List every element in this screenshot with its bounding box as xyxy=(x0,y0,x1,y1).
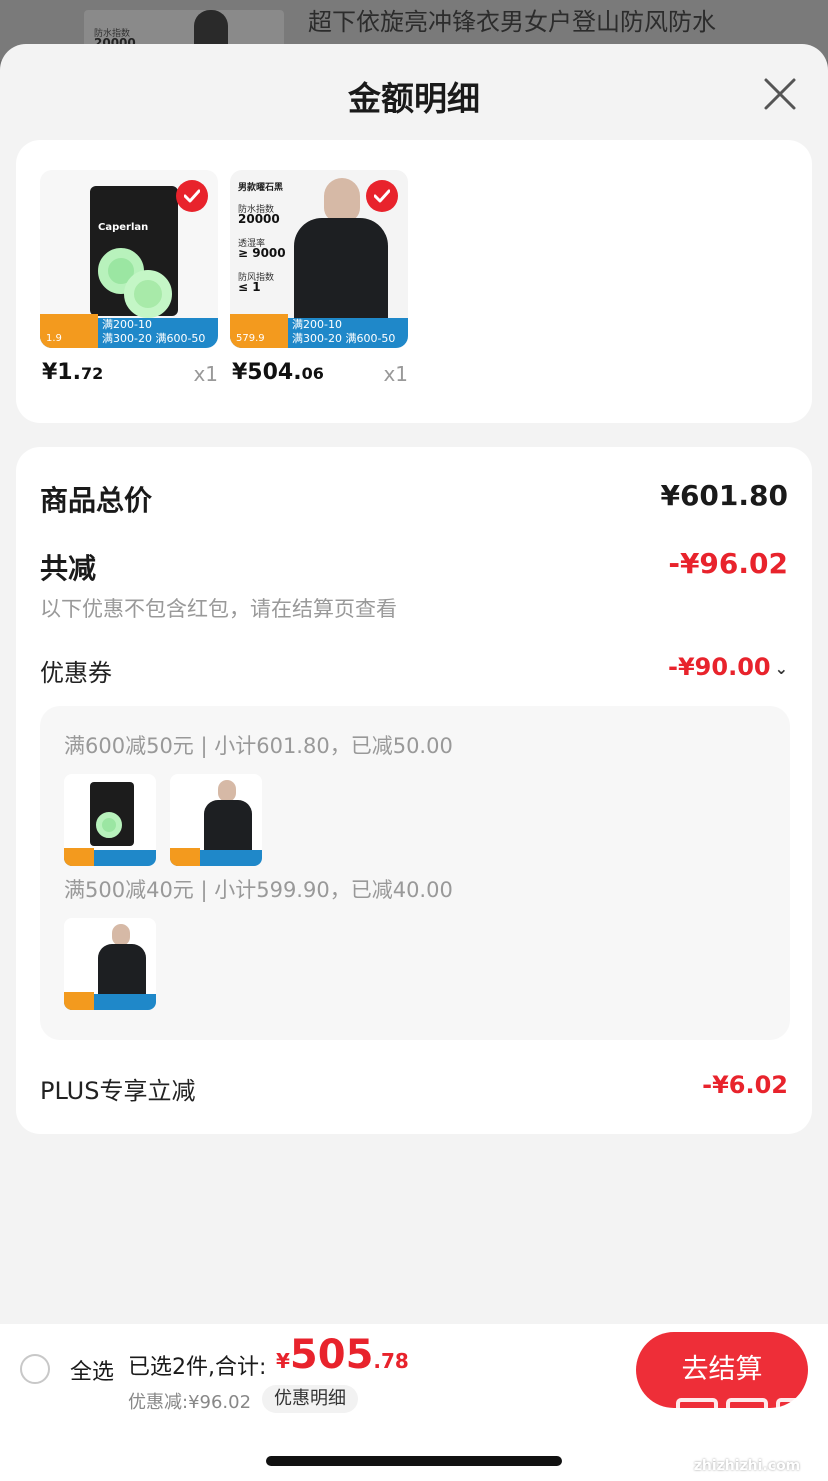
total-currency: ¥ xyxy=(276,1349,290,1373)
goods-total-label: 商品总价 xyxy=(40,484,153,517)
plus-discount-label: PLUS专享立减 xyxy=(40,1077,196,1105)
total-discount-row: 共减 -¥96.02 xyxy=(40,547,788,587)
promo-price: 579.9 xyxy=(236,333,265,344)
price-integer: ¥504. xyxy=(232,360,302,385)
total-integer: 505 xyxy=(289,1332,374,1378)
chevron-down-icon[interactable]: ⌄ xyxy=(775,659,788,678)
discount-note-text: 以下优惠不包含红包，请在结算页查看 xyxy=(40,597,397,621)
spec-value: ≤ 1 xyxy=(238,280,261,294)
amount-detail-sheet: 金额明细 Caperlan 1.9 满200-10 满300-20 满600-5… xyxy=(0,44,828,1481)
discount-detail-button[interactable]: 优惠明细 xyxy=(262,1385,358,1413)
coupon-amount: -¥90.00 xyxy=(668,653,771,681)
product-price: ¥504.06 xyxy=(232,360,324,385)
discount-summary: 优惠减:¥96.02 xyxy=(128,1392,252,1413)
select-all-label[interactable]: 全选 xyxy=(70,1354,114,1386)
package-brand: Caperlan xyxy=(98,222,149,233)
price-summary-card: 商品总价 ¥601.80 共减 -¥96.02 以下优惠不包含红包，请在结算页查… xyxy=(16,447,812,1134)
select-all-checkbox[interactable] xyxy=(20,1354,50,1384)
coupon-rule-line: 满600减50元 | 小计601.80，已减50.00 xyxy=(64,734,453,758)
jacket-color-label: 男款曜石黑 xyxy=(238,183,284,193)
checkmark-icon[interactable] xyxy=(366,180,398,212)
coupon-value[interactable]: -¥90.00 ⌄ xyxy=(668,653,788,681)
spec-value: ≥ 9000 xyxy=(238,246,286,260)
plus-discount-value: -¥6.02 xyxy=(702,1071,788,1099)
price-decimal: 72 xyxy=(80,364,104,383)
close-button[interactable] xyxy=(762,76,798,112)
goods-total-value: ¥601.80 xyxy=(660,479,788,512)
checkmark-icon[interactable] xyxy=(176,180,208,212)
float-stop-package-image: Caperlan xyxy=(90,186,178,318)
goods-total-row: 商品总价 ¥601.80 xyxy=(40,479,788,519)
background-product-title: 超下依旋亮冲锋衣男女户登山防风防水 xyxy=(308,8,716,36)
coupon-product-thumb xyxy=(170,774,262,866)
page: 防水指数 20000 超下依旋亮冲锋衣男女户登山防风防水 金额明细 Caperl… xyxy=(0,0,828,1481)
coupon-rule-line: 满500减40元 | 小计599.90，已减40.00 xyxy=(64,878,453,902)
close-icon xyxy=(764,78,796,110)
total-discount-value: -¥96.02 xyxy=(668,547,788,580)
total-decimal: .78 xyxy=(373,1349,409,1373)
price-decimal: 06 xyxy=(301,364,324,383)
coupon-label: 优惠券 xyxy=(40,659,112,687)
watermark-logo xyxy=(676,1398,818,1442)
product-price: ¥1.72 xyxy=(42,360,103,385)
promo-line-2: 满300-20 满600-50 xyxy=(102,332,206,345)
price-integer: ¥1. xyxy=(42,360,81,385)
total-price: ¥505.78 xyxy=(276,1332,409,1378)
products-card: Caperlan 1.9 满200-10 满300-20 满600-50 ¥1.… xyxy=(16,140,812,423)
sheet-title: 金额明细 xyxy=(348,79,480,118)
total-discount-label: 共减 xyxy=(40,552,97,585)
watermark-text: zhizhizhi.com xyxy=(693,1458,801,1474)
coupon-product-thumb xyxy=(64,918,156,1010)
model-head-image xyxy=(324,178,360,222)
promo-price: 1.9 xyxy=(46,333,62,344)
coupon-detail-box: 满600减50元 | 小计601.80，已减50.00 满500减40元 | 小… xyxy=(40,706,790,1040)
site-watermark: zhizhizhi.com xyxy=(672,1392,822,1474)
plus-discount-row: PLUS专享立减 -¥6.02 xyxy=(40,1071,788,1107)
home-indicator xyxy=(266,1456,562,1466)
product-quantity: x1 xyxy=(383,362,408,386)
jacket-image xyxy=(294,218,388,322)
product-quantity: x1 xyxy=(193,362,218,386)
product-image[interactable]: Caperlan 1.9 满200-10 满300-20 满600-50 xyxy=(40,170,218,348)
discount-note: 以下优惠不包含红包，请在结算页查看 xyxy=(40,593,788,623)
promo-line-2: 满300-20 满600-50 xyxy=(292,332,396,345)
coupon-product-thumb xyxy=(64,774,156,866)
selected-count: 已选2件,合计: xyxy=(128,1355,267,1380)
product-image[interactable]: 男款曜石黑 防水指数 20000 透湿率 ≥ 9000 防风指数 ≤ 1 579… xyxy=(230,170,408,348)
coupon-row[interactable]: 优惠券 -¥90.00 ⌄ xyxy=(40,653,788,689)
spec-value: 20000 xyxy=(238,212,280,226)
